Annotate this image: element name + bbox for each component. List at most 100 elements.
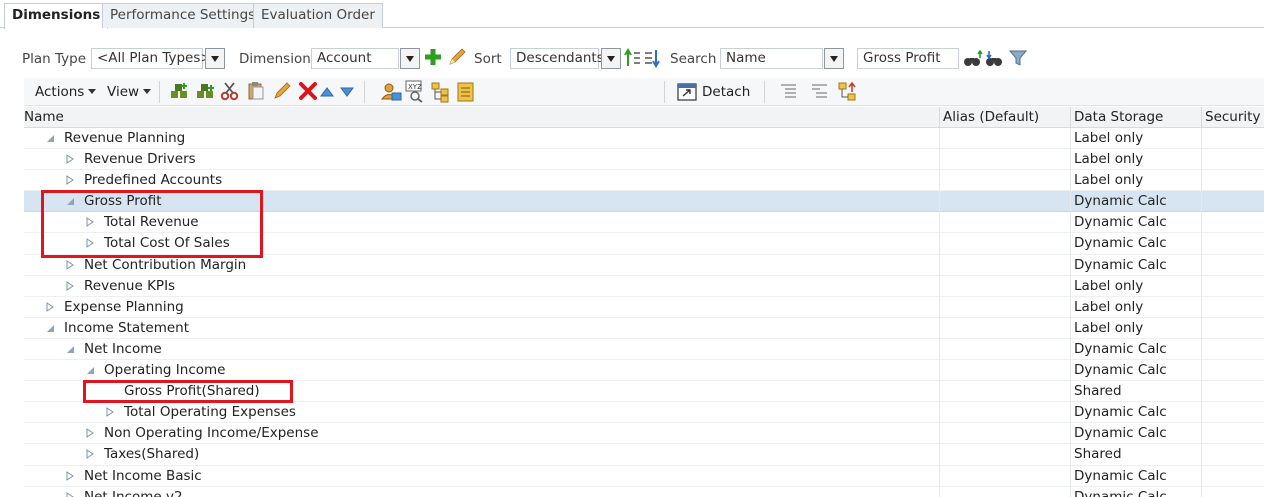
expanded-disclosure-icon[interactable] [85,365,95,375]
table-row[interactable]: Gross Profit(Shared) Shared [24,381,1264,403]
collapsed-disclosure-icon[interactable] [85,217,95,228]
data-storage-cell[interactable]: Shared [1070,444,1201,466]
table-row[interactable]: Net Income Basic Dynamic Calc [24,465,1264,487]
show-ancestors-icon[interactable] [837,81,859,103]
table-row[interactable]: Expense Planning Label only [24,296,1264,318]
alias-cell[interactable] [939,360,1070,382]
alias-cell[interactable] [939,444,1070,466]
table-row[interactable]: Net Income Dynamic Calc [24,338,1264,361]
security-cell[interactable] [1201,170,1264,192]
collapsed-disclosure-icon[interactable] [65,280,75,291]
table-row[interactable]: Net Contribution Margin Dynamic Calc [24,254,1264,276]
data-storage-cell[interactable]: Dynamic Calc [1070,486,1201,497]
collapsed-disclosure-icon[interactable] [105,407,115,418]
search-up-binoculars-icon[interactable] [963,50,985,68]
column-header-security[interactable]: Security [1201,107,1264,128]
security-cell[interactable] [1201,338,1264,360]
security-cell[interactable] [1201,465,1264,487]
dimension-dropdown-button[interactable] [400,48,420,69]
expanded-disclosure-icon[interactable] [45,323,55,333]
member-name-cell[interactable]: Net Contribution Margin [24,255,939,276]
plan-type-dropdown-button[interactable] [205,48,225,69]
data-storage-cell[interactable]: Dynamic Calc [1070,212,1201,234]
properties-sheet-icon[interactable] [456,81,476,103]
add-child-icon[interactable] [169,82,189,102]
collapsed-disclosure-icon[interactable] [65,491,75,497]
data-storage-cell[interactable]: Dynamic Calc [1070,338,1201,360]
search-input[interactable]: Gross Profit [857,48,959,69]
data-storage-cell[interactable]: Dynamic Calc [1070,360,1201,382]
collapsed-disclosure-icon[interactable] [65,259,75,270]
detach-icon[interactable] [677,82,697,102]
data-storage-cell[interactable]: Label only [1070,128,1201,149]
security-cell[interactable] [1201,486,1264,497]
table-row[interactable]: Total Revenue Dynamic Calc [24,212,1264,234]
member-name-cell[interactable]: Expense Planning [24,297,939,318]
table-row[interactable]: Total Cost Of Sales Dynamic Calc [24,233,1264,255]
paste-icon[interactable] [246,81,266,101]
sort-descending-icon[interactable] [644,48,661,68]
alias-cell[interactable] [939,149,1070,171]
member-name-cell[interactable]: Net Income [24,339,939,360]
column-header-name[interactable]: Name [24,107,939,128]
table-row[interactable]: Net Income v2 Dynamic Calc [24,486,1264,497]
collapsed-disclosure-icon[interactable] [85,449,95,460]
member-name-cell[interactable]: Predefined Accounts [24,170,939,191]
edit-member-icon[interactable] [272,81,292,101]
table-row[interactable]: Revenue Drivers Label only [24,149,1264,171]
member-name-cell[interactable]: Gross Profit [24,191,939,212]
view-menu[interactable]: View [107,84,152,100]
add-member-icon[interactable] [424,48,442,66]
data-storage-cell[interactable]: Dynamic Calc [1070,423,1201,445]
alias-cell[interactable] [939,296,1070,318]
search-field-select[interactable]: Name [720,48,823,69]
data-storage-cell[interactable]: Dynamic Calc [1070,254,1201,276]
member-name-cell[interactable]: Revenue KPIs [24,276,939,297]
collapsed-disclosure-icon[interactable] [85,238,95,249]
detach-button[interactable]: Detach [702,84,750,100]
alias-cell[interactable] [939,170,1070,192]
security-cell[interactable] [1201,149,1264,171]
collapse-all-icon[interactable] [780,83,798,101]
data-storage-cell[interactable]: Label only [1070,149,1201,171]
member-name-cell[interactable]: Non Operating Income/Expense [24,423,939,444]
plan-type-select[interactable]: <All Plan Types> [91,48,212,69]
dimension-select[interactable]: Account [311,48,399,69]
alias-cell[interactable] [939,486,1070,497]
member-name-cell[interactable]: Operating Income [24,360,939,381]
expanded-disclosure-icon[interactable] [45,133,55,143]
collapsed-disclosure-icon[interactable] [45,301,55,312]
member-formula-xyz-icon[interactable]: XYZ [404,79,428,103]
member-name-cell[interactable]: Gross Profit(Shared) [24,381,939,402]
search-field-dropdown-button[interactable] [824,48,844,69]
alias-cell[interactable] [939,128,1070,149]
collapsed-disclosure-icon[interactable] [65,470,75,481]
expand-all-icon[interactable] [811,83,829,101]
data-storage-cell[interactable]: Shared [1070,381,1201,403]
move-up-icon[interactable] [320,86,334,98]
security-cell[interactable] [1201,212,1264,234]
member-name-cell[interactable]: Total Operating Expenses [24,402,939,423]
cut-icon[interactable] [220,81,240,101]
data-storage-cell[interactable]: Label only [1070,296,1201,318]
security-cell[interactable] [1201,254,1264,276]
member-name-cell[interactable]: Income Statement [24,318,939,339]
table-row[interactable]: Operating Income Dynamic Calc [24,360,1264,382]
collapsed-disclosure-icon[interactable] [65,154,75,165]
member-name-cell[interactable]: Net Income v2 [24,487,939,497]
table-row[interactable]: Non Operating Income/Expense Dynamic Calc [24,423,1264,445]
table-row[interactable]: Total Operating Expenses Dynamic Calc [24,402,1264,424]
member-name-cell[interactable]: Total Revenue [24,212,939,233]
security-cell[interactable] [1201,381,1264,403]
member-name-cell[interactable]: Net Income Basic [24,466,939,487]
security-cell[interactable] [1201,233,1264,255]
table-row[interactable]: Revenue KPIs Label only [24,275,1264,297]
alias-cell[interactable] [939,402,1070,424]
table-row[interactable]: Predefined Accounts Label only [24,170,1264,192]
security-cell[interactable] [1201,423,1264,445]
member-name-cell[interactable]: Taxes(Shared) [24,444,939,465]
expanded-disclosure-icon[interactable] [65,344,75,354]
add-sibling-icon[interactable] [195,82,215,102]
data-storage-cell[interactable]: Label only [1070,317,1201,339]
security-cell[interactable] [1201,128,1264,149]
